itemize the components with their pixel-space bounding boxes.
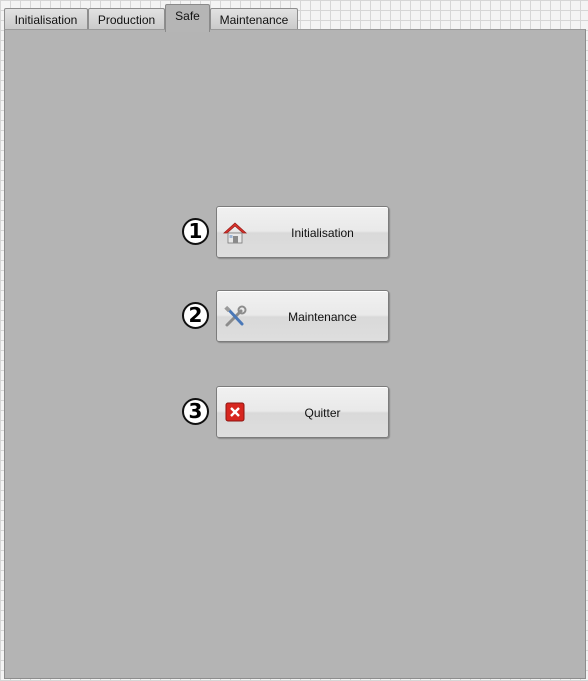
maintenance-button[interactable]: Maintenance [216, 290, 389, 342]
tools-icon [223, 305, 247, 329]
tab-strip: Initialisation Production Safe Maintenan… [4, 4, 304, 32]
maintenance-button-label: Maintenance [288, 310, 357, 324]
tab-maintenance[interactable]: Maintenance [210, 8, 298, 30]
tab-safe[interactable]: Safe [165, 4, 210, 32]
action-row-quitter: 3 Quitter [0, 386, 588, 440]
home-icon [222, 221, 248, 245]
step-badge-3: 3 [182, 398, 209, 425]
quitter-button-label: Quitter [304, 406, 341, 420]
action-row-initialisation: 1 Initialisation [0, 206, 588, 260]
action-row-maintenance: 2 Maintenance [0, 290, 588, 344]
step-badge-1: 1 [182, 218, 209, 245]
tab-production[interactable]: Production [88, 8, 165, 30]
initialisation-button[interactable]: Initialisation [216, 206, 389, 258]
tab-initialisation[interactable]: Initialisation [4, 8, 88, 30]
close-icon [225, 402, 245, 422]
quitter-button[interactable]: Quitter [216, 386, 389, 438]
safe-panel [4, 29, 586, 679]
step-badge-2: 2 [182, 302, 209, 329]
initialisation-button-label: Initialisation [291, 226, 354, 240]
